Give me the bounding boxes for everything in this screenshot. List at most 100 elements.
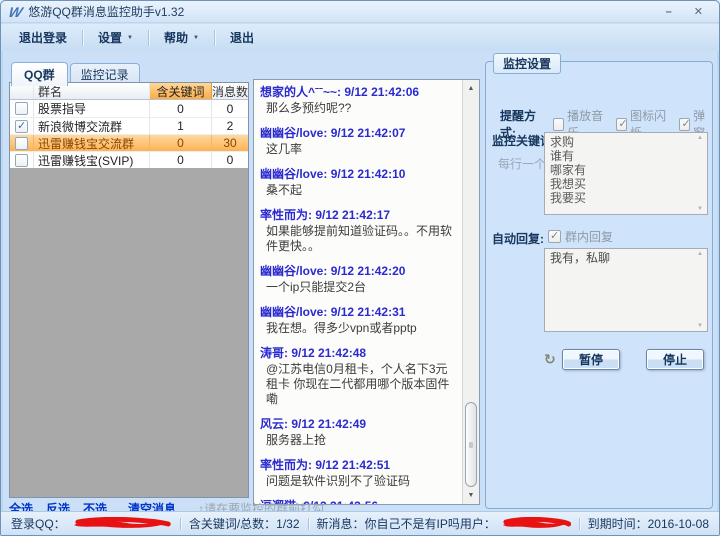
window-title: 悠游QQ群消息监控助手v1.32 [28,5,185,19]
settings-group-title: 监控设置 [493,53,562,74]
message-time: 9/12 21:42:48 [291,346,367,360]
group-reply-checkbox[interactable] [548,229,561,243]
chat-scrollbar[interactable]: ▲ ▼ [462,80,479,504]
app-window: W 悠游QQ群消息监控助手v1.32 – ✕ 退出登录 设置 ▼ 帮助 ▼ 退出 Q… [0,0,720,536]
scroll-up-icon[interactable]: ▲ [697,251,703,257]
keywords-hint: 每行一个 [498,157,547,171]
chat-message: 涛哥9/12 21:42:48 @江苏电信0月租卡，个人名下3元租卡 你现在二代… [260,346,458,407]
status-separator [179,517,181,530]
option-group-reply[interactable]: 群内回复 [548,228,613,245]
close-button[interactable]: ✕ [694,2,703,22]
chat-message: 幽幽谷/love9/12 21:42:07 这几率 [260,126,458,157]
status-separator [307,517,309,530]
table-row-selected[interactable]: 迅雷赚钱宝交流群 0 30 [10,134,248,151]
scroll-up-icon[interactable]: ▲ [463,81,479,96]
new-message-label: 新消息： [316,517,365,531]
message-text: 服务器上抢 [266,433,327,447]
chat-message: 幽幽谷/love9/12 21:42:20 一个ip只能提交2台 [260,264,458,295]
message-sender: 幽幽谷/love [260,305,331,319]
chat-message: 率性而为9/12 21:42:51 问题是软件识别不了验证码 [260,458,458,489]
chevron-down-icon: ▼ [193,34,199,41]
message-time: 9/12 21:42:31 [330,305,406,319]
message-sender: 幽幽谷/love [260,126,331,140]
autoreply-textarea[interactable]: 我有，私聊 [544,248,708,332]
keywords-total-value: 1/32 [276,516,300,531]
toolbar-separator [147,29,149,46]
message-text: 一个ip只能提交2台 [266,280,367,294]
group-checkbox[interactable] [15,102,28,115]
icon-flash-checkbox[interactable] [616,117,627,131]
group-message-count: 30 [223,136,237,150]
message-text: 桑不起 [266,183,303,197]
group-checkbox[interactable] [15,153,28,167]
minimize-button[interactable]: – [666,2,672,22]
status-bar: 登录QQ： 含关键词/总数： 1/32 新消息： 你自己不是有IP吗 用户： 到… [1,511,719,535]
group-message-count: 0 [226,153,234,167]
message-list: 想家的人^ˉˉ~~9/12 21:42:06 那么多预约呢?? 幽幽谷/love… [254,80,462,504]
popup-checkbox[interactable] [679,117,690,131]
redacted-user-scribble [502,517,571,528]
exit-button[interactable]: 退出 [224,29,260,46]
chat-message: 风云9/12 21:42:49 服务器上抢 [260,417,458,448]
app-logo-icon: W [7,3,25,20]
settings-menu-button[interactable]: 设置 ▼ [92,29,139,46]
refresh-icon[interactable]: ↻ [544,351,556,368]
stop-button[interactable]: 停止 [646,349,704,370]
tab-qq-groups[interactable]: QQ群 [11,62,68,86]
scroll-up-icon[interactable]: ▲ [697,135,703,141]
title-bar: W 悠游QQ群消息监控助手v1.32 – ✕ [1,1,719,23]
table-row[interactable]: 新浪微博交流群 1 2 [10,117,248,134]
group-name: 迅雷赚钱宝交流群 [34,135,150,151]
group-checkbox[interactable] [15,119,28,133]
message-text: 问题是软件识别不了验证码 [266,474,411,488]
message-sender: 率性而为 [260,208,315,222]
group-checkbox[interactable] [15,136,28,150]
keywords-total-label: 含关键词/总数： [188,517,277,531]
monitor-settings-panel: 提醒方式: 播放音乐 图标闪烁 弹窗 监控关键词: 每行一个 求购 谁有 哪家有… [485,61,713,509]
message-text: 那么多预约呢?? [266,101,352,115]
autoreply-label: 自动回复: [492,232,544,246]
message-sender: 率性而为 [260,458,315,472]
message-sender: 想家的人^ˉˉ~~ [260,85,344,99]
table-row[interactable]: 股票指导 0 0 [10,100,248,117]
header-message-count[interactable]: 消息数 [212,83,248,99]
chat-message: 幽幽谷/love9/12 21:42:10 桑不起 [260,167,458,198]
message-time: 9/12 21:42:10 [330,167,406,181]
chevron-down-icon: ▼ [127,34,133,41]
scroll-down-icon[interactable]: ▼ [697,323,703,329]
group-list-panel: 群名 含关键词 消息数 股票指导 0 0 新浪微博交流群 1 2 迅雷赚钱宝交流… [9,82,249,498]
chat-message: 幽幽谷/love9/12 21:42:31 我在想。得多少vpn或者pptp [260,305,458,336]
group-message-count: 0 [226,101,234,116]
group-name: 股票指导 [34,100,150,117]
message-time: 9/12 21:42:07 [330,126,406,140]
scroll-down-icon[interactable]: ▼ [697,206,703,212]
group-keyword-count: 1 [150,118,212,134]
message-time: 9/12 21:42:49 [291,417,367,431]
message-time: 9/12 21:42:51 [315,458,391,472]
status-separator [578,517,580,530]
group-keyword-count: 0 [150,100,212,117]
chat-message: 率性而为9/12 21:42:17 如果能够提前知道验证码。。不用软件更快。。 [260,208,458,254]
message-sender: 幽幽谷/love [260,264,331,278]
login-qq-label: 登录QQ： [11,517,66,531]
redacted-qq-scribble [73,517,171,528]
pause-button[interactable]: 暂停 [562,349,620,370]
group-keyword-count: 0 [150,152,212,168]
table-row[interactable]: 迅雷赚钱宝(SVIP) 0 0 [10,151,248,168]
message-log-panel: 想家的人^ˉˉ~~9/12 21:42:06 那么多预约呢?? 幽幽谷/love… [253,79,480,505]
logout-button[interactable]: 退出登录 [13,29,73,46]
header-keyword-count[interactable]: 含关键词 [150,83,212,99]
help-menu-button[interactable]: 帮助 ▼ [158,29,205,46]
expire-time-label: 到期时间： [587,517,648,531]
scrollbar-thumb[interactable] [465,402,477,488]
toolbar-separator [213,29,215,46]
message-time: 9/12 21:42:17 [315,208,391,222]
play-music-checkbox[interactable] [553,117,565,131]
toolbar-separator [82,29,84,46]
message-sender: 风云 [260,417,291,431]
keywords-textarea[interactable]: 求购 谁有 哪家有 我想买 我要买 [544,132,708,215]
group-name: 迅雷赚钱宝(SVIP) [34,152,150,168]
group-name: 新浪微博交流群 [34,118,150,134]
group-keyword-count: 0 [150,135,212,151]
toolbar: 退出登录 设置 ▼ 帮助 ▼ 退出 [1,24,719,51]
